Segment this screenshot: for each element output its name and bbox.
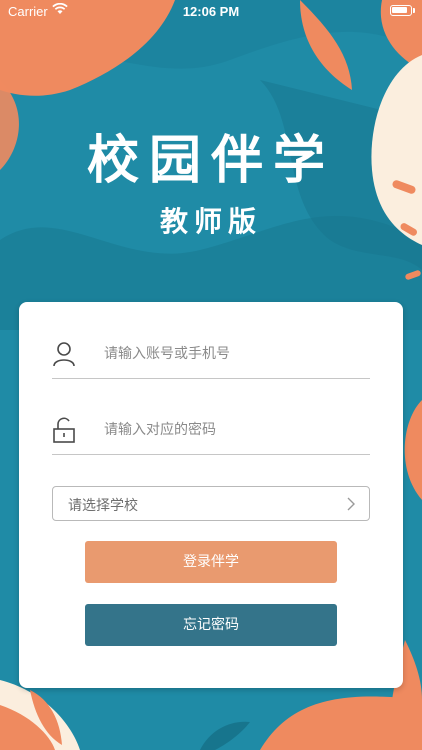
password-input[interactable]: [104, 415, 364, 445]
forgot-password-button[interactable]: 忘记密码: [85, 604, 337, 646]
account-field: [52, 329, 370, 379]
password-field: [52, 405, 370, 455]
login-button[interactable]: 登录伴学: [85, 541, 337, 583]
unlock-icon: [53, 417, 75, 443]
app-title: 校园伴学: [86, 131, 335, 191]
account-input[interactable]: [104, 339, 364, 369]
login-card: 请选择学校 登录伴学 忘记密码: [19, 302, 403, 688]
user-icon: [53, 342, 75, 367]
school-select[interactable]: 请选择学校: [52, 486, 370, 521]
school-select-label: 请选择学校: [68, 498, 138, 514]
app-subtitle: 教师版: [159, 205, 262, 238]
battery-icon: [390, 5, 412, 16]
status-bar: Carrier 12:06 PM: [0, 0, 422, 24]
chevron-right-icon: [347, 497, 355, 511]
status-time: 12:06 PM: [182, 4, 240, 19]
battery-cap: [413, 8, 415, 13]
